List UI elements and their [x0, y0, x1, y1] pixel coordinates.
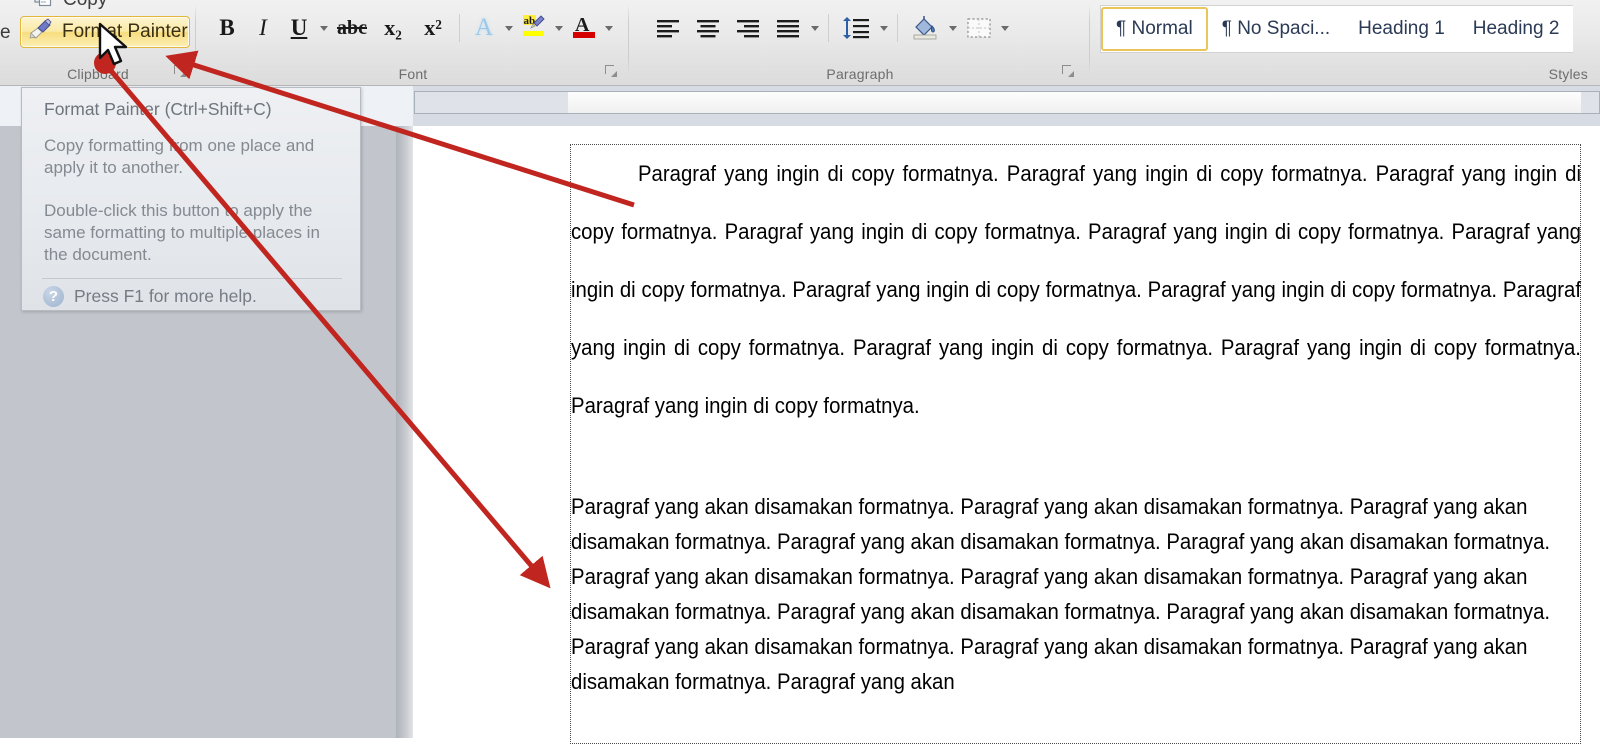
group-divider	[1089, 4, 1090, 76]
style-label: ¶ No Spaci...	[1221, 18, 1331, 39]
line-spacing-chevron-down-icon[interactable]	[877, 11, 891, 45]
align-center-button[interactable]	[688, 10, 728, 46]
ribbon: e Copy Format Painter	[0, 0, 1600, 86]
borders-icon	[967, 18, 991, 38]
subscript-button[interactable]: x₂	[373, 10, 413, 46]
tooltip-divider	[42, 278, 342, 279]
paragraph-dialog-launcher[interactable]	[1059, 62, 1076, 79]
tooltip-help-text: Press F1 for more help.	[74, 286, 257, 306]
underline-button[interactable]: U	[281, 10, 317, 46]
borders-chevron-down-icon[interactable]	[998, 11, 1012, 45]
tooltip-help-row: ? Press F1 for more help.	[43, 286, 257, 307]
document-page[interactable]: Paragraf yang ingin di copy formatnya. P…	[413, 126, 1600, 744]
divider	[828, 14, 829, 42]
mouse-cursor-icon	[98, 22, 128, 66]
superscript-glyph: x²	[424, 15, 442, 40]
underline-chevron-down-icon[interactable]	[317, 11, 331, 45]
copy-label: Copy	[63, 0, 107, 11]
highlighter-icon: ab	[520, 12, 548, 45]
highlight-chevron-down-icon[interactable]	[552, 11, 566, 45]
justify-icon	[777, 20, 799, 38]
copy-icon	[34, 0, 56, 13]
ribbon-group-styles: ¶ Normal ¶ No Spaci... Heading 1 Heading…	[1091, 0, 1600, 85]
bold-button[interactable]: B	[209, 10, 245, 46]
font-color-chevron-down-icon[interactable]	[602, 11, 616, 45]
subscript-glyph: x₂	[384, 15, 402, 40]
clipboard-dialog-launcher[interactable]	[171, 62, 188, 79]
tooltip-body-2: Double-click this button to apply the sa…	[44, 201, 320, 264]
shading-button[interactable]	[904, 10, 946, 46]
paint-bucket-icon	[913, 16, 937, 40]
justify-button[interactable]	[768, 10, 808, 46]
text-effects-glyph: A	[474, 14, 494, 41]
ribbon-group-font: B I U abc x₂ x² A ab A Font	[197, 0, 629, 85]
format-painter-tooltip: Format Painter (Ctrl+Shift+C) Copy forma…	[21, 87, 361, 311]
line-spacing-button[interactable]	[835, 10, 877, 46]
paintbrush-icon	[28, 17, 54, 47]
line-spacing-icon	[843, 17, 869, 39]
text-highlight-color-button[interactable]: ab	[516, 10, 552, 46]
tooltip-title: Format Painter (Ctrl+Shift+C)	[44, 99, 272, 119]
strikethrough-glyph: abc	[337, 16, 367, 39]
font-color-button[interactable]: A	[566, 10, 602, 46]
horizontal-ruler[interactable]	[414, 91, 1600, 114]
align-left-icon	[657, 20, 679, 38]
font-group-label: Font	[398, 66, 428, 82]
justify-chevron-down-icon[interactable]	[808, 11, 822, 45]
group-divider	[195, 4, 196, 76]
style-item-heading-2[interactable]: Heading 2	[1458, 7, 1574, 51]
paste-button-edge[interactable]: e	[0, 22, 11, 44]
align-center-icon	[697, 20, 719, 38]
group-divider	[628, 4, 629, 76]
align-right-icon	[737, 20, 759, 38]
tooltip-body-1: Copy formatting from one place and apply…	[44, 136, 315, 177]
align-left-button[interactable]	[648, 10, 688, 46]
divider	[459, 14, 460, 42]
ribbon-group-paragraph: Paragraph	[630, 0, 1090, 85]
text-effects-button[interactable]: A	[466, 10, 502, 46]
style-item-normal[interactable]: ¶ Normal	[1101, 7, 1208, 51]
strikethrough-button[interactable]: abc	[331, 10, 373, 46]
align-right-button[interactable]	[728, 10, 768, 46]
bold-glyph: B	[219, 15, 235, 40]
text-effects-chevron-down-icon[interactable]	[502, 11, 516, 45]
document-paragraph-2-container[interactable]: Paragraf yang akan disamakan formatnya. …	[571, 489, 1581, 699]
underline-glyph: U	[290, 15, 308, 40]
page-edge-shadow	[396, 126, 413, 738]
borders-button[interactable]	[960, 10, 998, 46]
style-label: Heading 2	[1472, 18, 1560, 39]
shading-chevron-down-icon[interactable]	[946, 11, 960, 45]
paragraph-group-label: Paragraph	[826, 66, 894, 82]
superscript-button[interactable]: x²	[413, 10, 453, 46]
styles-gallery: ¶ Normal ¶ No Spaci... Heading 1 Heading…	[1100, 5, 1574, 53]
italic-button[interactable]: I	[245, 10, 281, 46]
document-paragraph-1-container[interactable]: Paragraf yang ingin di copy formatnya. P…	[571, 145, 1581, 435]
ruler-right-margin-zone	[1581, 92, 1599, 113]
divider	[897, 14, 898, 42]
italic-glyph: I	[259, 15, 267, 40]
document-paragraph-2[interactable]: Paragraf yang akan disamakan formatnya. …	[571, 489, 1581, 699]
style-label: Heading 1	[1358, 18, 1445, 39]
style-label: ¶ Normal	[1116, 18, 1193, 39]
ruler-left-margin-zone	[415, 92, 568, 113]
style-item-no-spacing[interactable]: ¶ No Spaci...	[1207, 7, 1345, 51]
question-mark-icon: ?	[43, 286, 64, 307]
copy-button[interactable]: Copy	[34, 0, 107, 12]
document-paragraph-1[interactable]: Paragraf yang ingin di copy formatnya. P…	[571, 145, 1581, 435]
style-item-heading-1[interactable]: Heading 1	[1344, 7, 1459, 51]
font-color-icon: A	[570, 12, 598, 45]
styles-group-label: Styles	[1548, 66, 1588, 82]
font-dialog-launcher[interactable]	[602, 62, 619, 79]
